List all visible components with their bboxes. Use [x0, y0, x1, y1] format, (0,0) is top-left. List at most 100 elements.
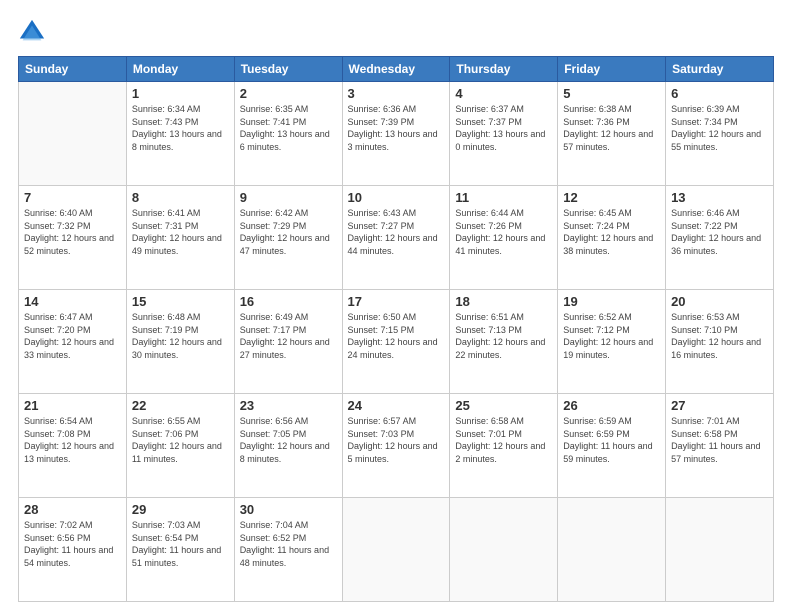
- day-number: 17: [348, 294, 445, 309]
- calendar-week-row: 28 Sunrise: 7:02 AMSunset: 6:56 PMDayligh…: [19, 498, 774, 602]
- day-number: 29: [132, 502, 229, 517]
- day-number: 28: [24, 502, 121, 517]
- day-number: 19: [563, 294, 660, 309]
- day-info: Sunrise: 6:44 AMSunset: 7:26 PMDaylight:…: [455, 207, 552, 257]
- day-info: Sunrise: 6:39 AMSunset: 7:34 PMDaylight:…: [671, 103, 768, 153]
- calendar-cell: 24 Sunrise: 6:57 AMSunset: 7:03 PMDayligh…: [342, 394, 450, 498]
- day-number: 9: [240, 190, 337, 205]
- day-info: Sunrise: 6:35 AMSunset: 7:41 PMDaylight:…: [240, 103, 337, 153]
- day-info: Sunrise: 6:34 AMSunset: 7:43 PMDaylight:…: [132, 103, 229, 153]
- day-number: 12: [563, 190, 660, 205]
- day-info: Sunrise: 7:01 AMSunset: 6:58 PMDaylight:…: [671, 415, 768, 465]
- weekday-header: Thursday: [450, 57, 558, 82]
- day-number: 18: [455, 294, 552, 309]
- calendar-week-row: 1 Sunrise: 6:34 AMSunset: 7:43 PMDaylight…: [19, 82, 774, 186]
- day-info: Sunrise: 6:41 AMSunset: 7:31 PMDaylight:…: [132, 207, 229, 257]
- calendar-cell: 29 Sunrise: 7:03 AMSunset: 6:54 PMDayligh…: [126, 498, 234, 602]
- calendar-cell: 22 Sunrise: 6:55 AMSunset: 7:06 PMDayligh…: [126, 394, 234, 498]
- calendar-cell: [666, 498, 774, 602]
- day-number: 10: [348, 190, 445, 205]
- day-info: Sunrise: 7:03 AMSunset: 6:54 PMDaylight:…: [132, 519, 229, 569]
- day-number: 26: [563, 398, 660, 413]
- day-info: Sunrise: 6:53 AMSunset: 7:10 PMDaylight:…: [671, 311, 768, 361]
- calendar-cell: 1 Sunrise: 6:34 AMSunset: 7:43 PMDaylight…: [126, 82, 234, 186]
- day-info: Sunrise: 6:58 AMSunset: 7:01 PMDaylight:…: [455, 415, 552, 465]
- page: SundayMondayTuesdayWednesdayThursdayFrid…: [0, 0, 792, 612]
- day-number: 11: [455, 190, 552, 205]
- day-number: 5: [563, 86, 660, 101]
- calendar-cell: 8 Sunrise: 6:41 AMSunset: 7:31 PMDaylight…: [126, 186, 234, 290]
- day-info: Sunrise: 6:59 AMSunset: 6:59 PMDaylight:…: [563, 415, 660, 465]
- day-info: Sunrise: 6:50 AMSunset: 7:15 PMDaylight:…: [348, 311, 445, 361]
- day-number: 27: [671, 398, 768, 413]
- weekday-header: Sunday: [19, 57, 127, 82]
- calendar-cell: 13 Sunrise: 6:46 AMSunset: 7:22 PMDayligh…: [666, 186, 774, 290]
- weekday-header: Wednesday: [342, 57, 450, 82]
- day-info: Sunrise: 6:36 AMSunset: 7:39 PMDaylight:…: [348, 103, 445, 153]
- calendar-cell: 3 Sunrise: 6:36 AMSunset: 7:39 PMDaylight…: [342, 82, 450, 186]
- logo: [18, 18, 50, 46]
- calendar-week-row: 7 Sunrise: 6:40 AMSunset: 7:32 PMDaylight…: [19, 186, 774, 290]
- calendar-cell: 21Sunrise: 6:54 AMSunset: 7:08 PMDayligh…: [19, 394, 127, 498]
- day-info: Sunrise: 6:55 AMSunset: 7:06 PMDaylight:…: [132, 415, 229, 465]
- weekday-header: Friday: [558, 57, 666, 82]
- day-number: 8: [132, 190, 229, 205]
- calendar-cell: [342, 498, 450, 602]
- weekday-header: Tuesday: [234, 57, 342, 82]
- weekday-header: Saturday: [666, 57, 774, 82]
- calendar-table: SundayMondayTuesdayWednesdayThursdayFrid…: [18, 56, 774, 602]
- day-info: Sunrise: 6:42 AMSunset: 7:29 PMDaylight:…: [240, 207, 337, 257]
- weekday-header-row: SundayMondayTuesdayWednesdayThursdayFrid…: [19, 57, 774, 82]
- calendar-cell: 10 Sunrise: 6:43 AMSunset: 7:27 PMDayligh…: [342, 186, 450, 290]
- calendar-cell: 16 Sunrise: 6:49 AMSunset: 7:17 PMDayligh…: [234, 290, 342, 394]
- day-number: 3: [348, 86, 445, 101]
- day-number: 6: [671, 86, 768, 101]
- calendar-cell: [19, 82, 127, 186]
- day-number: 30: [240, 502, 337, 517]
- day-info: Sunrise: 6:43 AMSunset: 7:27 PMDaylight:…: [348, 207, 445, 257]
- header: [18, 18, 774, 46]
- day-number: 1: [132, 86, 229, 101]
- logo-icon: [18, 18, 46, 46]
- calendar-cell: 15 Sunrise: 6:48 AMSunset: 7:19 PMDayligh…: [126, 290, 234, 394]
- calendar-cell: 4Sunrise: 6:37 AMSunset: 7:37 PMDaylight…: [450, 82, 558, 186]
- calendar-cell: 12 Sunrise: 6:45 AMSunset: 7:24 PMDayligh…: [558, 186, 666, 290]
- day-info: Sunrise: 6:38 AMSunset: 7:36 PMDaylight:…: [563, 103, 660, 153]
- day-info: Sunrise: 6:57 AMSunset: 7:03 PMDaylight:…: [348, 415, 445, 465]
- day-number: 24: [348, 398, 445, 413]
- day-info: Sunrise: 6:40 AMSunset: 7:32 PMDaylight:…: [24, 207, 121, 257]
- day-number: 23: [240, 398, 337, 413]
- day-number: 25: [455, 398, 552, 413]
- day-number: 16: [240, 294, 337, 309]
- calendar-cell: 5 Sunrise: 6:38 AMSunset: 7:36 PMDaylight…: [558, 82, 666, 186]
- calendar-week-row: 14 Sunrise: 6:47 AMSunset: 7:20 PMDayligh…: [19, 290, 774, 394]
- calendar-cell: 27 Sunrise: 7:01 AMSunset: 6:58 PMDayligh…: [666, 394, 774, 498]
- day-number: 13: [671, 190, 768, 205]
- day-number: 22: [132, 398, 229, 413]
- day-number: 2: [240, 86, 337, 101]
- day-info: Sunrise: 6:45 AMSunset: 7:24 PMDaylight:…: [563, 207, 660, 257]
- day-number: 15: [132, 294, 229, 309]
- day-info: Sunrise: 6:37 AMSunset: 7:37 PMDaylight:…: [455, 103, 552, 153]
- day-info: Sunrise: 7:02 AMSunset: 6:56 PMDaylight:…: [24, 519, 121, 569]
- day-info: Sunrise: 6:47 AMSunset: 7:20 PMDaylight:…: [24, 311, 121, 361]
- day-number: 20: [671, 294, 768, 309]
- calendar-cell: 11 Sunrise: 6:44 AMSunset: 7:26 PMDayligh…: [450, 186, 558, 290]
- day-info: Sunrise: 6:48 AMSunset: 7:19 PMDaylight:…: [132, 311, 229, 361]
- calendar-cell: 30Sunrise: 7:04 AMSunset: 6:52 PMDayligh…: [234, 498, 342, 602]
- calendar-cell: 7 Sunrise: 6:40 AMSunset: 7:32 PMDaylight…: [19, 186, 127, 290]
- day-info: Sunrise: 6:46 AMSunset: 7:22 PMDaylight:…: [671, 207, 768, 257]
- calendar-cell: 20 Sunrise: 6:53 AMSunset: 7:10 PMDayligh…: [666, 290, 774, 394]
- day-info: Sunrise: 6:51 AMSunset: 7:13 PMDaylight:…: [455, 311, 552, 361]
- calendar-cell: 9 Sunrise: 6:42 AMSunset: 7:29 PMDaylight…: [234, 186, 342, 290]
- calendar-cell: 19 Sunrise: 6:52 AMSunset: 7:12 PMDayligh…: [558, 290, 666, 394]
- day-info: Sunrise: 6:49 AMSunset: 7:17 PMDaylight:…: [240, 311, 337, 361]
- day-number: 14: [24, 294, 121, 309]
- calendar-cell: 26 Sunrise: 6:59 AMSunset: 6:59 PMDayligh…: [558, 394, 666, 498]
- day-number: 7: [24, 190, 121, 205]
- calendar-cell: 2 Sunrise: 6:35 AMSunset: 7:41 PMDaylight…: [234, 82, 342, 186]
- calendar-week-row: 21Sunrise: 6:54 AMSunset: 7:08 PMDayligh…: [19, 394, 774, 498]
- calendar-cell: 6 Sunrise: 6:39 AMSunset: 7:34 PMDaylight…: [666, 82, 774, 186]
- calendar-cell: [558, 498, 666, 602]
- day-info: Sunrise: 6:52 AMSunset: 7:12 PMDaylight:…: [563, 311, 660, 361]
